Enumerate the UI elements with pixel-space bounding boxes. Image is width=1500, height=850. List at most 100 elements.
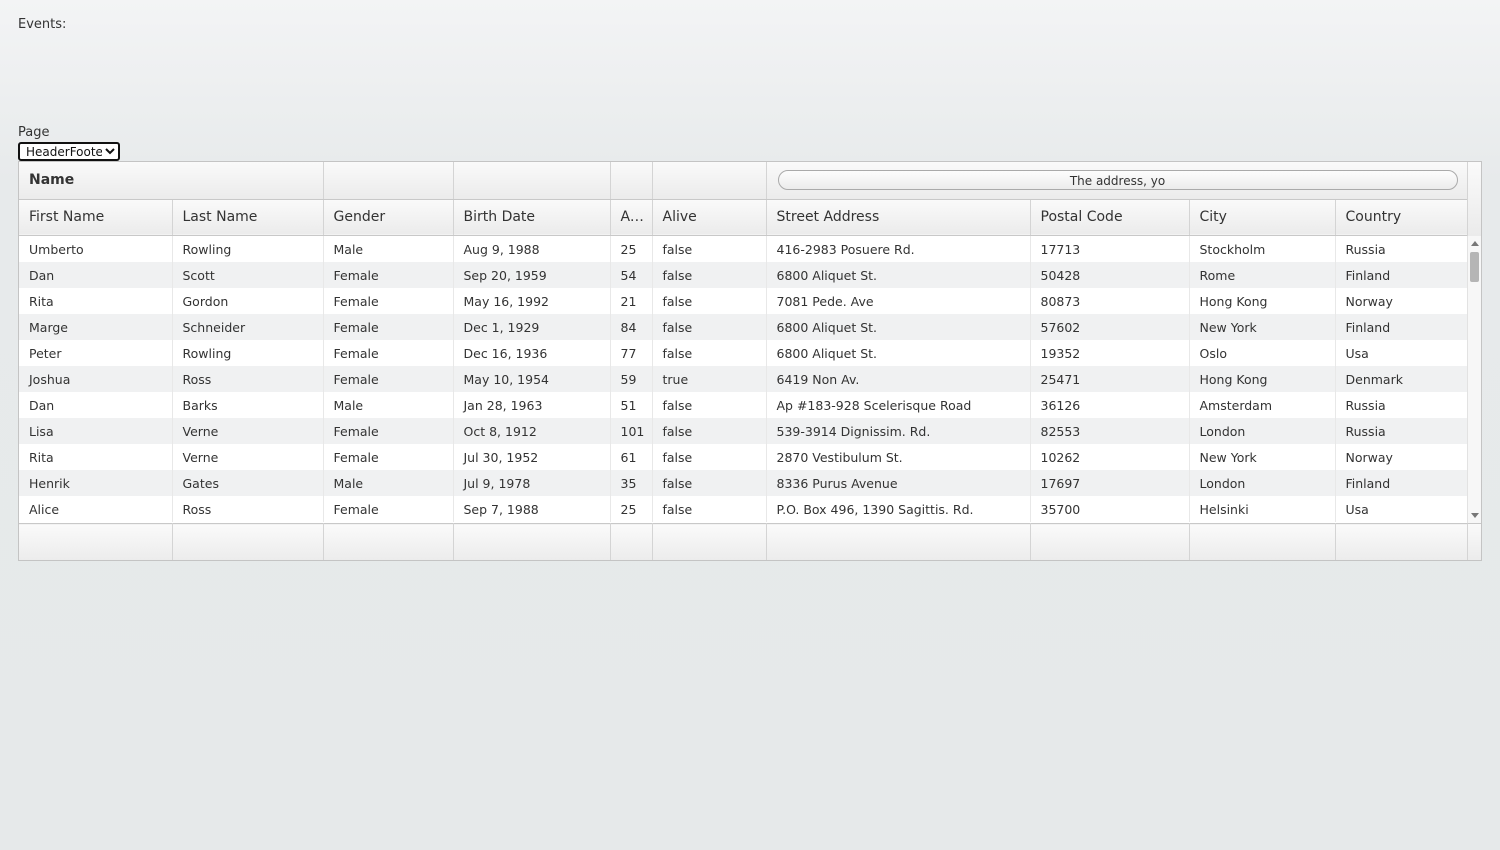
cell-first-name[interactable]: Dan [19,392,173,418]
table-row[interactable]: Alice Ross Female Sep 7, 1988 25 false P.O. Bo… [19,496,1468,522]
cell-birth-date[interactable]: Jul 30, 1952 [453,444,611,470]
cell-gender[interactable]: Female [323,340,454,366]
cell-last-name[interactable]: Barks [172,392,324,418]
cell-birth-date[interactable]: Dec 16, 1936 [453,340,611,366]
cell-city[interactable]: Rome [1189,262,1336,288]
cell-country[interactable]: Russia [1335,236,1468,262]
cell-city[interactable]: London [1189,418,1336,444]
cell-alive[interactable]: false [652,262,767,288]
cell-city[interactable]: Hong Kong [1189,288,1336,314]
cell-postal-code[interactable]: 35700 [1030,496,1190,522]
column-header-birth-date[interactable]: Birth Date [453,199,611,236]
cell-alive[interactable]: true [652,366,767,392]
cell-country[interactable]: Usa [1335,496,1468,522]
cell-age[interactable]: 54 [610,262,653,288]
column-header-country[interactable]: Country [1335,199,1468,236]
table-row[interactable]: Dan Scott Female Sep 20, 1959 54 false 6800 Al… [19,262,1468,288]
cell-country[interactable]: Russia [1335,418,1468,444]
table-row[interactable]: Umberto Rowling Male Aug 9, 1988 25 false 416-… [19,236,1468,262]
cell-postal-code[interactable]: 80873 [1030,288,1190,314]
cell-gender[interactable]: Female [323,366,454,392]
cell-country[interactable]: Norway [1335,444,1468,470]
cell-street-address[interactable]: Ap #183-928 Scelerisque Road [766,392,1031,418]
cell-first-name[interactable]: Joshua [19,366,173,392]
cell-age[interactable]: 25 [610,496,653,522]
cell-city[interactable]: Oslo [1189,340,1336,366]
cell-alive[interactable]: false [652,288,767,314]
cell-birth-date[interactable]: Sep 7, 1988 [453,496,611,522]
cell-gender[interactable]: Female [323,262,454,288]
column-header-last-name[interactable]: Last Name [172,199,324,236]
cell-birth-date[interactable]: Jan 28, 1963 [453,392,611,418]
cell-age[interactable]: 61 [610,444,653,470]
cell-country[interactable]: Finland [1335,314,1468,340]
scroll-up-arrow-icon[interactable] [1471,241,1479,246]
cell-last-name[interactable]: Gates [172,470,324,496]
table-row[interactable]: Dan Barks Male Jan 28, 1963 51 false Ap #183-9… [19,392,1468,418]
cell-first-name[interactable]: Umberto [19,236,173,262]
cell-birth-date[interactable]: Oct 8, 1912 [453,418,611,444]
cell-last-name[interactable]: Verne [172,444,324,470]
table-row[interactable]: Peter Rowling Female Dec 16, 1936 77 false 680… [19,340,1468,366]
cell-gender[interactable]: Female [323,314,454,340]
cell-alive[interactable]: false [652,314,767,340]
vertical-scrollbar[interactable] [1467,236,1481,523]
cell-last-name[interactable]: Ross [172,366,324,392]
name-group-header[interactable]: Name [19,162,324,200]
cell-last-name[interactable]: Rowling [172,340,324,366]
cell-last-name[interactable]: Schneider [172,314,324,340]
cell-postal-code[interactable]: 19352 [1030,340,1190,366]
column-header-street-address[interactable]: Street Address [766,199,1031,236]
cell-first-name[interactable]: Rita [19,288,173,314]
cell-street-address[interactable]: 7081 Pede. Ave [766,288,1031,314]
cell-street-address[interactable]: 8336 Purus Avenue [766,470,1031,496]
cell-age[interactable]: 84 [610,314,653,340]
cell-street-address[interactable]: 2870 Vestibulum St. [766,444,1031,470]
column-header-gender[interactable]: Gender [323,199,454,236]
cell-last-name[interactable]: Ross [172,496,324,522]
cell-alive[interactable]: false [652,444,767,470]
cell-birth-date[interactable]: Jul 9, 1978 [453,470,611,496]
cell-alive[interactable]: false [652,418,767,444]
cell-gender[interactable]: Male [323,470,454,496]
cell-alive[interactable]: false [652,236,767,262]
cell-birth-date[interactable]: Dec 1, 1929 [453,314,611,340]
table-row[interactable]: Rita Verne Female Jul 30, 1952 61 false 2870 V… [19,444,1468,470]
cell-country[interactable]: Russia [1335,392,1468,418]
column-header-postal-code[interactable]: Postal Code [1030,199,1190,236]
cell-age[interactable]: 51 [610,392,653,418]
cell-first-name[interactable]: Peter [19,340,173,366]
cell-last-name[interactable]: Gordon [172,288,324,314]
cell-country[interactable]: Denmark [1335,366,1468,392]
cell-gender[interactable]: Female [323,444,454,470]
cell-last-name[interactable]: Verne [172,418,324,444]
cell-postal-code[interactable]: 57602 [1030,314,1190,340]
cell-age[interactable]: 35 [610,470,653,496]
cell-street-address[interactable]: 416-2983 Posuere Rd. [766,236,1031,262]
cell-first-name[interactable]: Dan [19,262,173,288]
cell-birth-date[interactable]: May 10, 1954 [453,366,611,392]
cell-street-address[interactable]: P.O. Box 496, 1390 Sagittis. Rd. [766,496,1031,522]
cell-alive[interactable]: false [652,496,767,522]
cell-street-address[interactable]: 6800 Aliquet St. [766,262,1031,288]
page-select[interactable]: HeaderFooter [18,142,120,161]
cell-gender[interactable]: Female [323,288,454,314]
cell-country[interactable]: Norway [1335,288,1468,314]
table-row[interactable]: Henrik Gates Male Jul 9, 1978 35 false 8336 Pu… [19,470,1468,496]
cell-postal-code[interactable]: 10262 [1030,444,1190,470]
cell-alive[interactable]: false [652,392,767,418]
cell-gender[interactable]: Female [323,496,454,522]
column-header-age[interactable]: A... [610,199,653,236]
cell-age[interactable]: 25 [610,236,653,262]
cell-country[interactable]: Finland [1335,262,1468,288]
cell-city[interactable]: New York [1189,444,1336,470]
cell-postal-code[interactable]: 82553 [1030,418,1190,444]
cell-city[interactable]: Hong Kong [1189,366,1336,392]
table-row[interactable]: Lisa Verne Female Oct 8, 1912 101 false 539-39… [19,418,1468,444]
cell-street-address[interactable]: 6800 Aliquet St. [766,314,1031,340]
cell-street-address[interactable]: 539-3914 Dignissim. Rd. [766,418,1031,444]
cell-street-address[interactable]: 6800 Aliquet St. [766,340,1031,366]
cell-age[interactable]: 21 [610,288,653,314]
table-row[interactable]: Marge Schneider Female Dec 1, 1929 84 false 68… [19,314,1468,340]
cell-birth-date[interactable]: Sep 20, 1959 [453,262,611,288]
